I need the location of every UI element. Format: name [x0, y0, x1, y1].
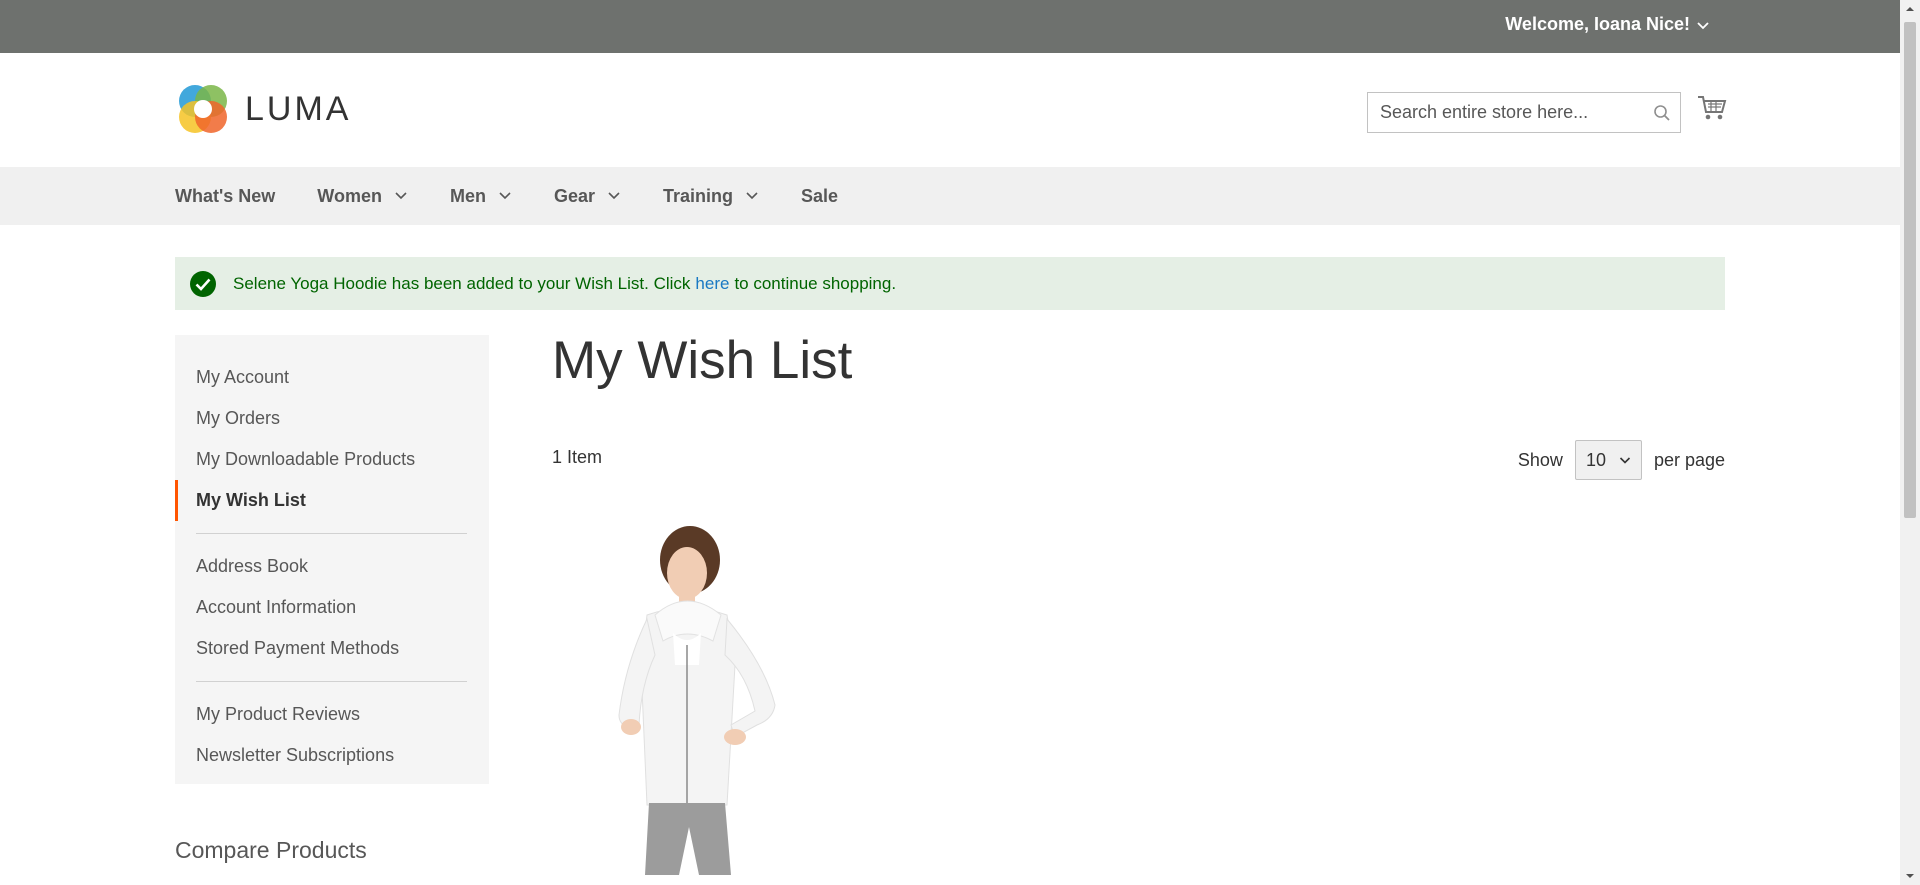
success-check-icon	[190, 270, 216, 297]
nav-item-training[interactable]: Training	[663, 186, 759, 207]
sidebar-divider	[196, 681, 467, 682]
sidebar-item-product-reviews[interactable]: My Product Reviews	[175, 694, 489, 735]
logo-text: LUMA	[245, 89, 352, 128]
chevron-down-icon	[608, 192, 620, 200]
search-box	[1367, 92, 1681, 133]
nav-item-men[interactable]: Men	[450, 186, 512, 207]
nav-label: What's New	[175, 185, 276, 206]
sidebar-item-stored-payment-methods[interactable]: Stored Payment Methods	[175, 628, 489, 669]
per-page-label: per page	[1653, 449, 1725, 470]
sidebar-item-account-information[interactable]: Account Information	[175, 587, 489, 628]
chevron-down-icon	[395, 192, 407, 200]
nav-label: Gear	[553, 185, 595, 206]
nav-item-whats-new[interactable]: What's New	[175, 186, 275, 207]
page-scrollbar[interactable]	[1900, 0, 1920, 885]
page-header: LUMA	[0, 53, 1900, 167]
chevron-down-icon	[499, 192, 511, 200]
customer-welcome-menu[interactable]: Welcome, Ioana Nice!	[1505, 14, 1710, 35]
chevron-down-icon	[1619, 457, 1631, 464]
nav-label: Women	[317, 185, 382, 206]
per-page-value: 10	[1585, 449, 1606, 470]
product-image[interactable]	[575, 515, 815, 875]
shopping-cart-icon[interactable]	[1697, 93, 1727, 123]
sidebar-item-my-orders[interactable]: My Orders	[175, 398, 489, 439]
sidebar-item-address-book[interactable]: Address Book	[175, 546, 489, 587]
top-bar: Welcome, Ioana Nice!	[0, 0, 1900, 53]
logo-link[interactable]: LUMA	[175, 81, 351, 137]
chevron-down-icon	[746, 192, 758, 200]
per-page-limiter: Show 10 per page	[1518, 440, 1725, 480]
account-sidebar: My Account My Orders My Downloadable Pro…	[175, 335, 489, 784]
search-input[interactable]	[1368, 93, 1644, 132]
success-message: Selene Yoga Hoodie has been added to you…	[175, 257, 1725, 310]
show-label: Show	[1517, 449, 1563, 470]
page-title: My Wish List	[552, 331, 853, 390]
welcome-text: Welcome, Ioana Nice!	[1505, 14, 1690, 34]
item-count: 1 Item	[552, 447, 603, 467]
nav-item-gear[interactable]: Gear	[554, 186, 621, 207]
scroll-up-arrow-icon[interactable]	[1905, 4, 1915, 14]
sidebar-divider	[196, 533, 467, 534]
sidebar-item-my-account[interactable]: My Account	[175, 357, 489, 398]
nav-item-sale[interactable]: Sale	[801, 186, 838, 207]
scroll-down-arrow-icon[interactable]	[1905, 871, 1915, 881]
nav-label: Men	[449, 185, 486, 206]
search-button[interactable]	[1644, 104, 1680, 122]
luma-logo-icon	[179, 85, 227, 133]
chevron-down-icon	[1697, 21, 1709, 29]
search-icon	[1654, 104, 1670, 121]
scrollbar-thumb[interactable]	[1904, 22, 1916, 518]
message-text: Selene Yoga Hoodie has been added to you…	[233, 273, 691, 293]
message-text-after: to continue shopping.	[734, 273, 897, 293]
nav-item-women[interactable]: Women	[317, 186, 408, 207]
continue-shopping-link[interactable]: here	[695, 274, 729, 294]
sidebar-item-wish-list: My Wish List	[175, 480, 489, 521]
nav-label: Sale	[801, 185, 839, 206]
compare-products-title: Compare Products	[175, 837, 367, 863]
sidebar-item-newsletter-subscriptions[interactable]: Newsletter Subscriptions	[175, 735, 489, 776]
per-page-select[interactable]: 10	[1574, 440, 1642, 480]
sidebar-item-downloadable-products[interactable]: My Downloadable Products	[175, 439, 489, 480]
main-navigation: What's New Women Men Gear Training Sale	[0, 167, 1900, 225]
nav-label: Training	[663, 185, 734, 206]
